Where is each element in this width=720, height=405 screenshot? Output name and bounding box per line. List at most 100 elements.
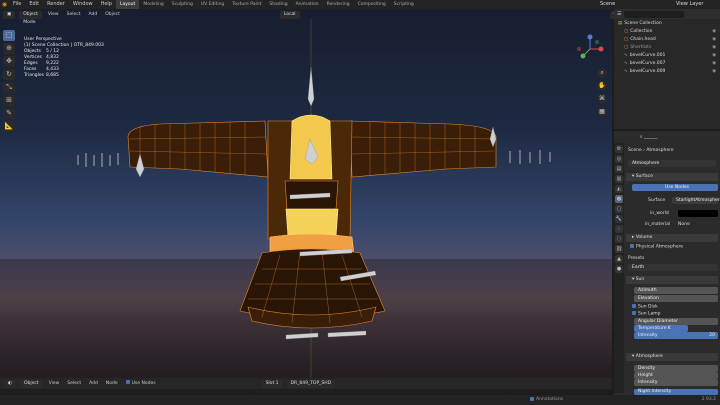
menu-window[interactable]: Window bbox=[69, 0, 97, 9]
cursor-icon[interactable]: ⊕ bbox=[3, 43, 15, 54]
use-nodes-checkbox[interactable]: Use Nodes bbox=[124, 380, 158, 388]
tab-sculpting[interactable]: Sculpting bbox=[168, 0, 197, 9]
view-menu[interactable]: View bbox=[47, 380, 62, 388]
sun-panel-header[interactable]: ▾ Sun bbox=[626, 276, 718, 284]
editor-type-button[interactable]: ◐ bbox=[4, 379, 16, 388]
world-tab-icon[interactable]: ◍ bbox=[615, 195, 623, 203]
render-tab-icon[interactable]: ◎ bbox=[615, 155, 623, 163]
list-item[interactable]: ▢ Collection ◉ bbox=[614, 27, 720, 35]
sun-lamp-checkbox[interactable]: Sun Lamp bbox=[632, 311, 661, 317]
world-selector[interactable]: Atmosphere bbox=[628, 160, 716, 167]
physical-atmosphere-checkbox[interactable]: Physical Atmosphere bbox=[630, 244, 683, 250]
zoom-icon[interactable]: ⌕ bbox=[597, 68, 607, 78]
select-menu[interactable]: Select bbox=[65, 380, 83, 388]
list-item[interactable]: ∿ bevelCurve.001 ◉ bbox=[614, 51, 720, 59]
list-item[interactable]: ∿ bevelCurve.007 ◉ bbox=[614, 59, 720, 67]
select-box-icon[interactable]: ⬚ bbox=[3, 30, 15, 41]
material-tab-icon[interactable]: ● bbox=[615, 265, 623, 273]
object-tab-icon[interactable]: ▢ bbox=[615, 205, 623, 213]
list-item[interactable]: ▢ Chain.head ◉ bbox=[614, 35, 720, 43]
list-item[interactable]: ▤ Scene Collection bbox=[614, 19, 720, 27]
material-selector[interactable]: DR_849_TOP_SHD bbox=[286, 379, 336, 388]
slot-selector[interactable]: Slot 1 bbox=[261, 379, 283, 388]
grid-icon[interactable]: ▦ bbox=[597, 107, 607, 117]
presets-selector[interactable]: Earth bbox=[628, 264, 718, 271]
particles-tab-icon[interactable]: ∴ bbox=[615, 225, 623, 233]
object-selector[interactable]: Object bbox=[19, 379, 43, 388]
rotate-icon[interactable]: ↻ bbox=[3, 69, 15, 80]
sun-disk-checkbox[interactable]: Sun Disk bbox=[632, 304, 658, 310]
in-material-value[interactable]: None bbox=[678, 222, 690, 227]
view-menu[interactable]: View bbox=[46, 11, 61, 19]
height-field[interactable]: Height bbox=[634, 372, 718, 379]
night-intensity-field[interactable]: Night Intensity bbox=[634, 389, 718, 395]
mode-selector[interactable]: Object Mode bbox=[19, 10, 42, 25]
object-menu[interactable]: Object bbox=[103, 11, 122, 19]
add-menu[interactable]: Add bbox=[87, 11, 100, 19]
visibility-icon[interactable]: ◉ bbox=[712, 45, 716, 50]
surface-label: Surface bbox=[648, 198, 666, 203]
menu-help[interactable]: Help bbox=[97, 0, 116, 9]
constraint-tab-icon[interactable]: ⛓ bbox=[615, 245, 623, 253]
menu-render[interactable]: Render bbox=[43, 0, 69, 9]
annotations-label[interactable]: Annotations bbox=[530, 395, 563, 405]
visibility-icon[interactable]: ◉ bbox=[712, 69, 716, 74]
navigation-gizmo[interactable] bbox=[575, 34, 605, 64]
measure-icon[interactable]: 📐 bbox=[3, 121, 15, 132]
visibility-icon[interactable]: ◉ bbox=[712, 29, 716, 34]
add-menu[interactable]: Add bbox=[87, 380, 100, 388]
intensity-field[interactable]: Intensity 20 bbox=[634, 332, 718, 339]
list-item[interactable]: ∿ bevelCurve.009 ◉ bbox=[614, 67, 720, 75]
properties-search-input[interactable]: ⌕ ______ bbox=[640, 134, 657, 140]
visibility-icon[interactable]: ◉ bbox=[712, 61, 716, 66]
tab-animation[interactable]: Animation bbox=[292, 0, 323, 9]
output-tab-icon[interactable]: ▤ bbox=[615, 165, 623, 173]
tab-uv-editing[interactable]: UV Editing bbox=[197, 0, 228, 9]
menu-edit[interactable]: Edit bbox=[25, 0, 43, 9]
tab-compositing[interactable]: Compositing bbox=[354, 0, 390, 9]
modifier-tab-icon[interactable]: 🔧 bbox=[615, 215, 623, 223]
transform-orientation[interactable]: Local bbox=[279, 10, 300, 19]
angular-diameter-field[interactable]: Angular Diameter bbox=[634, 318, 718, 325]
scene-selector[interactable]: Scene bbox=[600, 0, 615, 9]
tab-texture-paint[interactable]: Texture Paint bbox=[228, 0, 265, 9]
outliner-search-input[interactable] bbox=[624, 10, 685, 18]
visibility-icon[interactable]: ◉ bbox=[712, 53, 716, 58]
scale-icon[interactable]: ⤡ bbox=[3, 82, 15, 93]
node-menu[interactable]: Node bbox=[104, 380, 120, 388]
tab-layout[interactable]: Layout bbox=[116, 0, 140, 9]
select-menu[interactable]: Select bbox=[65, 11, 83, 19]
physics-tab-icon[interactable]: ◌ bbox=[615, 235, 623, 243]
use-nodes-button[interactable]: Use Nodes bbox=[632, 184, 718, 191]
list-item[interactable]: ▢ Shortlists ◉ bbox=[614, 43, 720, 51]
tab-shading[interactable]: Shading bbox=[265, 0, 291, 9]
atmosphere-panel-header[interactable]: ▾ Atmosphere bbox=[626, 353, 718, 361]
density-field[interactable]: Density bbox=[634, 365, 718, 372]
data-tab-icon[interactable]: ▲ bbox=[615, 255, 623, 263]
temperature-field[interactable]: Temperature K bbox=[634, 325, 688, 332]
blender-logo-icon[interactable]: ◉ bbox=[0, 0, 9, 9]
move-icon[interactable]: ✥ bbox=[3, 56, 15, 67]
menu-file[interactable]: File bbox=[9, 0, 25, 9]
tab-scripting[interactable]: Scripting bbox=[390, 0, 418, 9]
tool-tab-icon[interactable]: ⚙ bbox=[615, 145, 623, 153]
tab-rendering[interactable]: Rendering bbox=[323, 0, 354, 9]
view-layer-tab-icon[interactable]: ▥ bbox=[615, 175, 623, 183]
tab-modeling[interactable]: Modeling bbox=[139, 0, 167, 9]
elevation-field[interactable]: Elevation bbox=[634, 295, 718, 302]
in-world-color[interactable] bbox=[678, 210, 718, 217]
filter-icon[interactable]: ☰ bbox=[617, 11, 621, 17]
camera-icon[interactable]: ⌘ bbox=[597, 94, 607, 104]
editor-type-button[interactable]: ▣ bbox=[3, 10, 16, 19]
volume-panel-header[interactable]: ▸ Volume bbox=[626, 234, 718, 242]
surface-panel-header[interactable]: ▾ Surface bbox=[626, 173, 718, 181]
scene-tab-icon[interactable]: ◭ bbox=[615, 185, 623, 193]
azimuth-field[interactable]: Azimuth bbox=[634, 287, 718, 294]
transform-icon[interactable]: ⊞ bbox=[3, 95, 15, 106]
visibility-icon[interactable]: ◉ bbox=[712, 37, 716, 42]
atmosphere-intensity-field[interactable]: Intensity bbox=[634, 379, 718, 386]
annotate-icon[interactable]: ✎ bbox=[3, 108, 15, 119]
view-layer-selector[interactable]: View Layer bbox=[676, 0, 703, 9]
pan-hand-icon[interactable]: ✋ bbox=[597, 81, 607, 91]
surface-shader-field[interactable]: StarlightAtmosphere bbox=[672, 197, 720, 204]
